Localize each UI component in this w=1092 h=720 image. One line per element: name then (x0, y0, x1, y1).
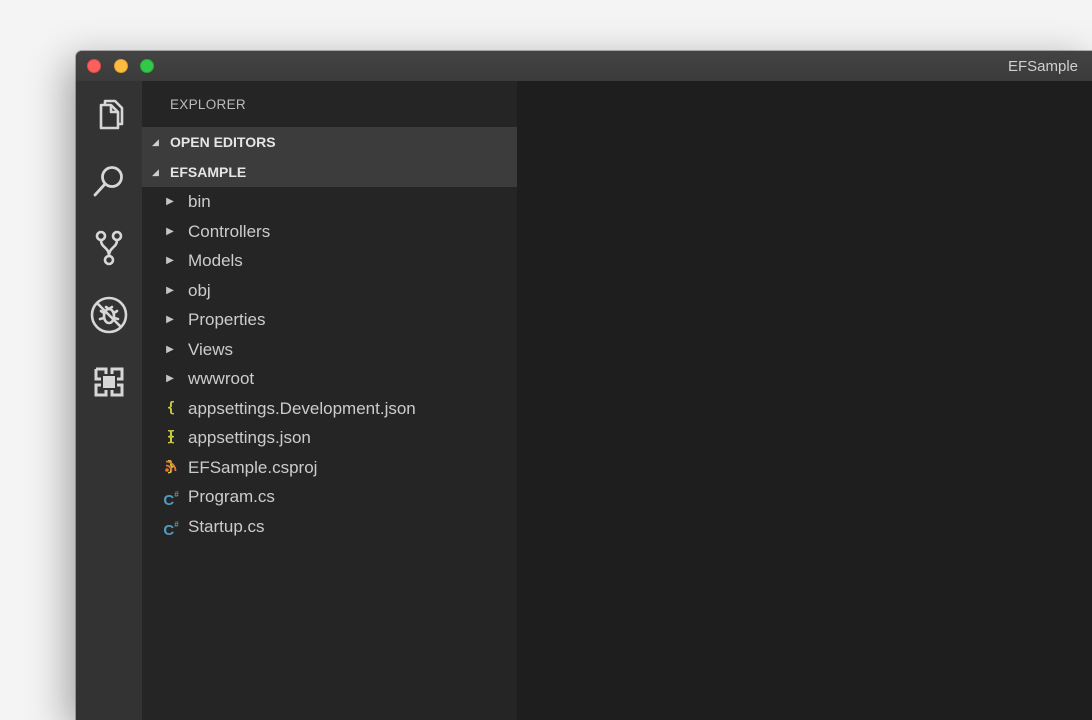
tree-item-label: Controllers (188, 221, 271, 241)
tree-item-label: Views (188, 339, 234, 359)
tree-item-label: Properties (188, 310, 266, 329)
explorer-title: EXPLORER (170, 97, 246, 112)
extensions-icon[interactable] (89, 362, 129, 402)
tree-item-models[interactable]: ▶ Models (142, 246, 517, 276)
editor-area[interactable] (517, 81, 1092, 720)
csharp-file-icon: C# (163, 519, 179, 539)
search-icon[interactable] (89, 161, 129, 201)
section-efsample[interactable]: ◢ EFSAMPLE (142, 157, 517, 187)
tree-item-startup-cs[interactable]: C# Startup.cs (142, 512, 517, 542)
tree-item-program-cs[interactable]: C# Program.cs (142, 482, 517, 512)
files-icon[interactable] (89, 95, 129, 135)
vscode-window: EFSample EXPLORER ◢ OPEN EDITORS ◢ EFSAM… (76, 51, 1092, 720)
collapse-triangle-icon: ◢ (152, 167, 159, 177)
tree-item-label: Models (188, 251, 243, 270)
tree-item-label: appsettings.Development.json (188, 398, 416, 418)
chevron-right-icon: ▶ (166, 373, 174, 384)
chevron-right-icon: ▶ (166, 314, 174, 325)
tree-item-bin[interactable]: ▶ bin (142, 187, 517, 217)
tree-item-label: Program.cs (188, 487, 275, 506)
section-label: EFSAMPLE (170, 164, 247, 180)
source-control-icon[interactable] (89, 227, 129, 267)
tree-item-label: obj (188, 280, 211, 300)
chevron-right-icon: ▶ (166, 343, 174, 355)
title-bar: EFSample (76, 51, 1092, 82)
tree-item-wwwroot[interactable]: ▶ wwwroot (142, 364, 517, 394)
csharp-file-icon: C# (163, 490, 179, 509)
tree-item-label: EFSample.csproj (188, 457, 318, 477)
chevron-right-icon: ▶ (166, 225, 174, 237)
maximize-window-button[interactable] (140, 59, 154, 73)
minimize-window-button[interactable] (114, 59, 128, 73)
tree-item-label: appsettings.json (188, 428, 311, 447)
close-window-button[interactable] (87, 59, 101, 73)
chevron-right-icon: ▶ (166, 196, 174, 207)
tree-item-views[interactable]: ▶ Views (142, 335, 517, 365)
activity-bar (76, 81, 142, 720)
tree-item-properties[interactable]: ▶ Properties (142, 305, 517, 335)
section-label: OPEN EDITORS (170, 134, 276, 150)
rss-file-icon (162, 453, 180, 483)
chevron-right-icon: ▶ (166, 284, 174, 296)
tree-item-appsettings-development-json[interactable]: { } appsettings.Development.json (142, 394, 517, 446)
tree-item-efsample-csproj[interactable]: EFSample.csproj (142, 453, 517, 483)
section-open-editors[interactable]: ◢ OPEN EDITORS (142, 127, 517, 157)
tree-item-appsettings-json[interactable]: { } appsettings.json (142, 423, 517, 475)
debug-icon[interactable] (89, 295, 129, 335)
collapse-triangle-icon: ◢ (152, 137, 159, 147)
tree-item-label: bin (188, 192, 211, 211)
chevron-right-icon: ▶ (166, 255, 174, 266)
window-title: EFSample (1007, 58, 1078, 75)
tree-item-label: wwwroot (188, 369, 255, 388)
tree-item-label: Startup.cs (188, 516, 265, 536)
tree-item-controllers[interactable]: ▶ Controllers (142, 217, 517, 247)
tree-item-obj[interactable]: ▶ obj (142, 276, 517, 306)
explorer-sidebar: EXPLORER ◢ OPEN EDITORS ◢ EFSAMPLE ▶ bin… (142, 81, 517, 720)
